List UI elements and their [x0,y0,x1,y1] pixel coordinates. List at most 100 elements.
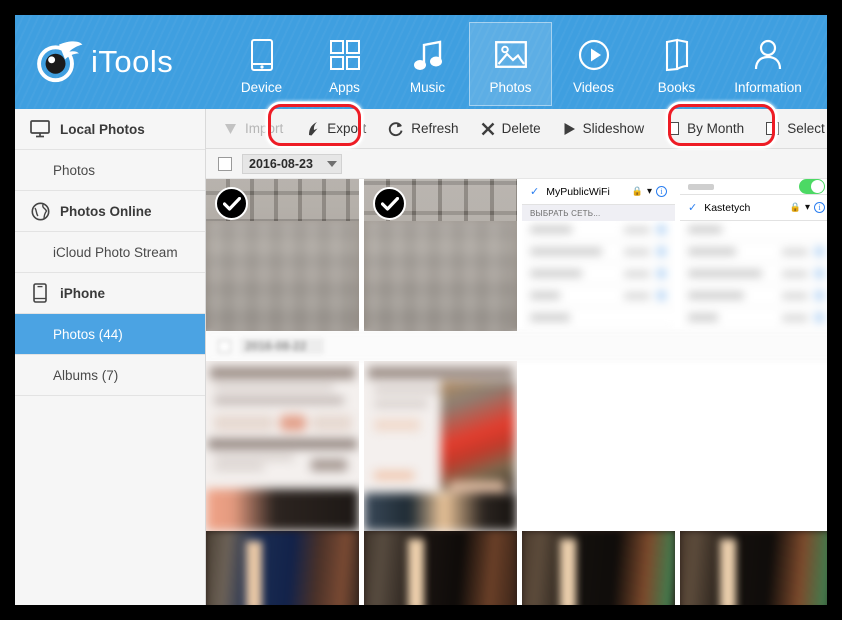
date-group-label: 2016-08-22 [240,338,325,355]
apps-grid-icon [329,34,360,76]
sidebar-item-iphone[interactable]: iPhone [15,273,205,314]
thumb-selected-check-icon[interactable] [373,187,406,221]
checkbox-icon [666,122,680,136]
delete-button[interactable]: Delete [470,114,552,144]
export-arrow-icon [305,121,320,137]
checkbox-icon [766,122,780,136]
thumb-blurred-region [364,219,517,332]
ios-wifi-row: ✓ Kastetych 🔒 ▾ i [680,195,827,222]
ios-wifi-toggle-row [680,179,827,196]
device-phone-icon [250,34,274,76]
wifi-network-name: Kastetych [704,201,751,214]
nav-item-toolbox[interactable]: Toolbox [818,22,827,106]
sidebar-item-iphone-photos[interactable]: Photos (44) [15,314,205,355]
nav-items: Device Apps Music Photos Videos Books In… [220,15,827,109]
date-group-checkbox[interactable] [218,156,232,171]
photo-thumbnail[interactable] [364,531,517,605]
export-label: Export [327,121,367,137]
thumb-blurred-region [522,219,675,332]
chevron-down-icon [326,160,337,167]
photo-thumbnail[interactable] [206,361,359,532]
photo-row [206,361,827,532]
thumb-blurred-region [206,361,359,532]
date-group-separator: 2016-08-22 [206,331,827,362]
videos-play-icon [578,34,610,76]
photos-toolbar: Import Export Refresh Delete Slideshow B… [206,104,827,150]
photo-thumbnail[interactable]: ✓ MyPublicWiFi 🔒 ▾ i ВЫБРАТЬ СЕТЬ... [522,179,675,332]
select-all-label: Select All [787,121,827,137]
sidebar-item-icloud-photo-stream[interactable]: iCloud Photo Stream [15,232,205,273]
photo-thumbnail[interactable] [206,531,359,605]
sidebar-item-photos-online[interactable]: Photos Online [15,191,205,232]
nav-label-books: Books [657,79,696,95]
nav-label-device: Device [240,79,283,95]
nav-label-information: Information [734,79,802,95]
photo-thumbnail[interactable] [364,361,517,532]
sidebar-item-local-photos[interactable]: Local Photos [15,109,205,150]
nav-item-videos[interactable]: Videos [552,22,635,106]
photo-thumbnail[interactable] [206,179,359,332]
thumb-blurred-region [522,531,675,605]
info-icon: i [814,202,825,214]
delete-label: Delete [501,121,541,137]
photo-row [206,531,827,605]
thumb-blurred-region [680,531,827,605]
ios-section-label: ВЫБРАТЬ СЕТЬ... [522,205,675,222]
wifi-signal-icon: ▾ [646,186,652,198]
photo-thumbnail[interactable] [680,531,827,605]
photo-grid: ✓ MyPublicWiFi 🔒 ▾ i ВЫБРАТЬ СЕТЬ... ✓ K… [206,179,827,605]
wifi-signal-icon: ▾ [804,202,810,214]
thumb-blurred-region [206,531,359,605]
photo-thumbnail[interactable]: ✓ Kastetych 🔒 ▾ i [680,179,827,332]
photo-thumbnail[interactable] [364,179,517,332]
nav-item-information[interactable]: Information [718,22,818,106]
books-open-icon [664,34,690,76]
nav-label-apps: Apps [329,79,360,95]
thumb-blurred-region [364,531,517,605]
date-group-pill[interactable]: 2016-08-23 [242,153,342,174]
nav-item-apps[interactable]: Apps [303,22,386,106]
delete-x-icon [481,122,495,136]
import-label: Import [245,121,284,137]
nav-item-photos[interactable]: Photos [469,22,552,106]
slideshow-play-icon [563,122,576,136]
sidebar-item-photos-local[interactable]: Photos [15,150,205,191]
nav-item-device[interactable]: Device [220,22,303,106]
nav-label-music: Music [409,79,446,95]
globe-icon [29,200,51,222]
body-split: Local Photos Photos Photos Online iCloud… [15,104,827,605]
sidebar-label-iphone-photos: Photos (44) [53,326,123,342]
refresh-circle-icon [388,121,404,137]
date-group-checkbox[interactable] [218,339,231,353]
export-button[interactable]: Export [294,114,377,144]
nav-item-music[interactable]: Music [386,22,469,106]
refresh-button[interactable]: Refresh [377,114,469,144]
lock-icon: 🔒 [631,186,643,197]
date-group-label: 2016-08-23 [249,156,313,171]
sidebar-item-iphone-albums[interactable]: Albums (7) [15,355,205,396]
info-icon: i [656,186,667,198]
refresh-label: Refresh [411,121,459,137]
select-all-checkbox[interactable]: Select All [755,114,827,144]
photo-thumbnail[interactable] [522,531,675,605]
sidebar-label-photos-local: Photos [53,162,96,178]
sidebar-label-iphone-albums: Albums (7) [53,367,119,383]
sidebar-label-icloud-photo-stream: iCloud Photo Stream [53,244,178,260]
photos-image-icon [494,34,527,76]
thumb-selected-check-icon[interactable] [215,187,248,221]
information-person-icon [754,34,782,76]
wifi-toggle-switch[interactable] [799,179,825,195]
ios-row-icons: 🔒 ▾ i [790,202,825,214]
ios-wifi-header: ✓ MyPublicWiFi 🔒 ▾ i ВЫБРАТЬ СЕТЬ... [522,179,675,222]
main-content: Import Export Refresh Delete Slideshow B… [206,104,827,605]
top-navigation-bar: iTools Device Apps Music Photos Videos B… [15,15,827,109]
nav-item-books[interactable]: Books [635,22,718,106]
sidebar-label-photos-online: Photos Online [60,203,152,219]
by-month-checkbox[interactable]: By Month [655,114,755,144]
slideshow-button[interactable]: Slideshow [552,114,656,144]
itools-window: iTools Device Apps Music Photos Videos B… [15,15,827,605]
import-button: Import [212,114,294,144]
sidebar: Local Photos Photos Photos Online iCloud… [15,109,206,605]
thumb-blurred-region [680,219,827,332]
sidebar-label-iphone: iPhone [60,285,106,301]
